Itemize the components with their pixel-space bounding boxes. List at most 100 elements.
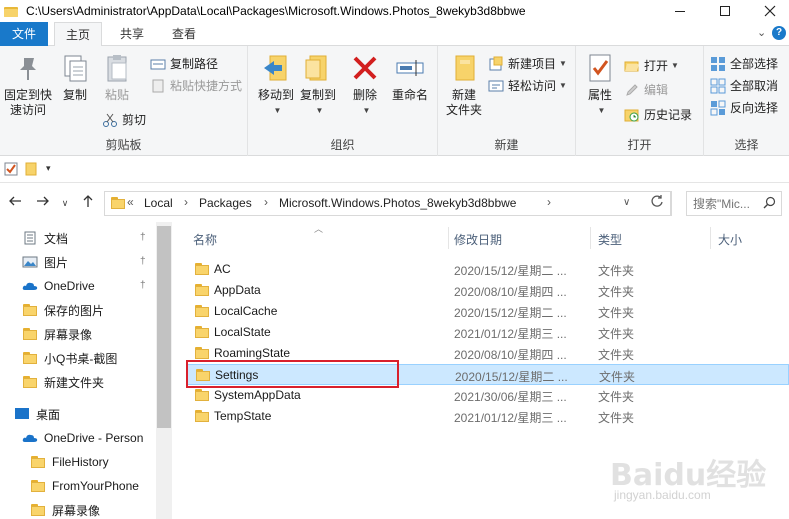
navigation-bar: ∨ « Local › Packages › Microsoft.Windows… (0, 184, 789, 222)
breadcrumb-photos[interactable]: Microsoft.Windows.Photos_8wekyb3d8bbwe (279, 196, 516, 210)
scrollbar[interactable] (156, 222, 172, 519)
tab-home[interactable]: 主页 (54, 22, 102, 47)
breadcrumb-packages[interactable]: Packages (199, 196, 252, 210)
paste-shortcut-icon (150, 78, 166, 94)
sidebar-item[interactable]: 屏幕录像 (30, 499, 100, 519)
copy-label: 复制 (62, 88, 87, 102)
copy-to-button[interactable]: 复制到 ▼ (298, 52, 338, 118)
column-divider[interactable] (448, 227, 449, 249)
history-button[interactable]: 历史记录 (624, 106, 692, 124)
copy-to-label: 复制到 (299, 88, 336, 102)
scrollbar-thumb[interactable] (157, 226, 171, 428)
sidebar-item[interactable]: 桌面 (14, 403, 60, 425)
file-row[interactable]: AC 2020/15/12/星期二 ... 文件夹 (186, 259, 789, 280)
paste-shortcut-button[interactable]: 粘贴快捷方式 (150, 77, 242, 95)
ribbon-tabs: 文件 主页 共享 查看 ⌄ ? (0, 22, 789, 47)
sidebar-item[interactable]: 新建文件夹 (22, 371, 104, 393)
tab-share[interactable]: 共享 (108, 22, 156, 46)
forward-button[interactable] (34, 194, 52, 212)
move-to-icon (260, 52, 292, 84)
sidebar-item[interactable]: OneDrive - Person (22, 427, 143, 449)
sidebar-item[interactable]: 小Q书桌-截图 (22, 347, 117, 369)
edit-label: 编辑 (644, 83, 669, 97)
sidebar-item[interactable]: 屏幕录像 (22, 323, 92, 345)
help-icon[interactable]: ? (772, 26, 786, 40)
column-header-date[interactable]: 修改日期 (454, 231, 502, 248)
column-header-name[interactable]: 名称 (193, 231, 217, 248)
file-date: 2020/15/12/星期二 ... (454, 264, 567, 278)
breadcrumb-overflow[interactable]: « (127, 195, 134, 209)
highlight-annotation (186, 360, 399, 388)
search-input[interactable] (687, 192, 763, 215)
copy-icon (59, 52, 91, 84)
file-date: 2020/08/10/星期四 ... (454, 285, 567, 299)
copy-path-button[interactable]: 复制路径 (150, 55, 218, 73)
sidebar-item[interactable]: OneDrive (22, 275, 95, 297)
select-none-button[interactable]: 全部取消 (710, 77, 778, 95)
file-row[interactable]: LocalState 2021/01/12/星期三 ... 文件夹 (186, 322, 789, 343)
breadcrumb-separator-icon[interactable]: › (184, 195, 188, 209)
file-row[interactable]: AppData 2020/08/10/星期四 ... 文件夹 (186, 280, 789, 301)
sidebar-item[interactable]: FromYourPhone (30, 475, 139, 497)
breadcrumb-local[interactable]: Local (144, 196, 173, 210)
open-label: 打开 (644, 59, 669, 73)
new-folder-icon (448, 52, 480, 84)
rename-button[interactable]: 重命名 (388, 52, 432, 103)
edit-button[interactable]: 编辑 (624, 81, 668, 99)
open-group: 属性 ▼ 打开 ▼ 编辑 历史记录 打开 (576, 46, 704, 156)
paste-button[interactable]: 粘贴 (98, 52, 136, 103)
easy-access-icon (488, 78, 504, 94)
open-button[interactable]: 打开 ▼ (624, 57, 679, 75)
delete-button[interactable]: 删除 ▼ (348, 52, 382, 118)
column-divider[interactable] (710, 227, 711, 249)
minimize-button[interactable] (657, 0, 703, 22)
new-group-label: 新建 (494, 138, 519, 152)
file-row[interactable]: SystemAppData 2021/30/06/星期三 ... 文件夹 (186, 385, 789, 406)
select-all-button[interactable]: 全部选择 (710, 55, 778, 73)
pin-label-line2: 速访问 (9, 103, 46, 117)
paste-shortcut-label: 粘贴快捷方式 (170, 79, 243, 93)
file-row[interactable]: LocalCache 2020/15/12/星期二 ... 文件夹 (186, 301, 789, 322)
properties-button[interactable]: 属性 ▼ (582, 52, 618, 118)
back-button[interactable] (6, 194, 24, 212)
folder-icon (195, 347, 209, 359)
breadcrumb-separator-icon[interactable]: › (547, 195, 551, 209)
maximize-button[interactable] (702, 0, 748, 22)
customize-toolbar-icon[interactable]: ▾ (46, 163, 60, 177)
sidebar-item[interactable]: 文档 (22, 227, 68, 249)
breadcrumb-separator-icon[interactable]: › (264, 195, 268, 209)
pin-quick-access-button[interactable]: 固定到快 速访问 (2, 52, 54, 118)
new-folder-icon[interactable] (24, 162, 38, 176)
rename-icon (394, 52, 426, 84)
move-to-button[interactable]: 移动到 ▼ (256, 52, 296, 118)
sidebar-item[interactable]: 保存的图片 (22, 299, 104, 321)
copy-button[interactable]: 复制 (58, 52, 92, 103)
address-bar[interactable]: « Local › Packages › Microsoft.Windows.P… (104, 191, 672, 216)
refresh-button[interactable] (643, 191, 671, 216)
chevron-down-icon[interactable]: ∨ (623, 197, 630, 208)
file-type: 文件夹 (598, 285, 635, 299)
column-divider[interactable] (590, 227, 591, 249)
file-row[interactable]: TempState 2021/01/12/星期三 ... 文件夹 (186, 406, 789, 427)
chevron-down-icon[interactable]: ⌄ (757, 26, 769, 39)
search-icon[interactable] (763, 196, 776, 212)
column-header-size[interactable]: 大小 (718, 231, 742, 248)
search-box[interactable] (686, 191, 782, 216)
tab-view[interactable]: 查看 (160, 22, 208, 46)
tab-file[interactable]: 文件 (0, 22, 48, 46)
close-button[interactable] (747, 0, 789, 22)
cut-button[interactable]: 剪切 (102, 111, 146, 129)
properties-icon[interactable] (4, 162, 18, 176)
file-date: 2021/30/06/星期三 ... (454, 390, 567, 404)
cut-label: 剪切 (122, 113, 147, 127)
new-item-button[interactable]: 新建项目 ▼ (488, 55, 567, 73)
recent-locations-button[interactable]: ∨ (56, 194, 74, 212)
new-folder-button[interactable]: 新建 文件夹 (444, 52, 484, 118)
column-header-type[interactable]: 类型 (598, 231, 622, 248)
easy-access-button[interactable]: 轻松访问 ▼ (488, 77, 567, 95)
invert-selection-button[interactable]: 反向选择 (710, 99, 778, 117)
sidebar-item[interactable]: FileHistory (30, 451, 109, 473)
file-date: 2021/01/12/星期三 ... (454, 327, 567, 341)
up-button[interactable] (79, 194, 97, 212)
sidebar-item[interactable]: 图片 (22, 251, 68, 273)
